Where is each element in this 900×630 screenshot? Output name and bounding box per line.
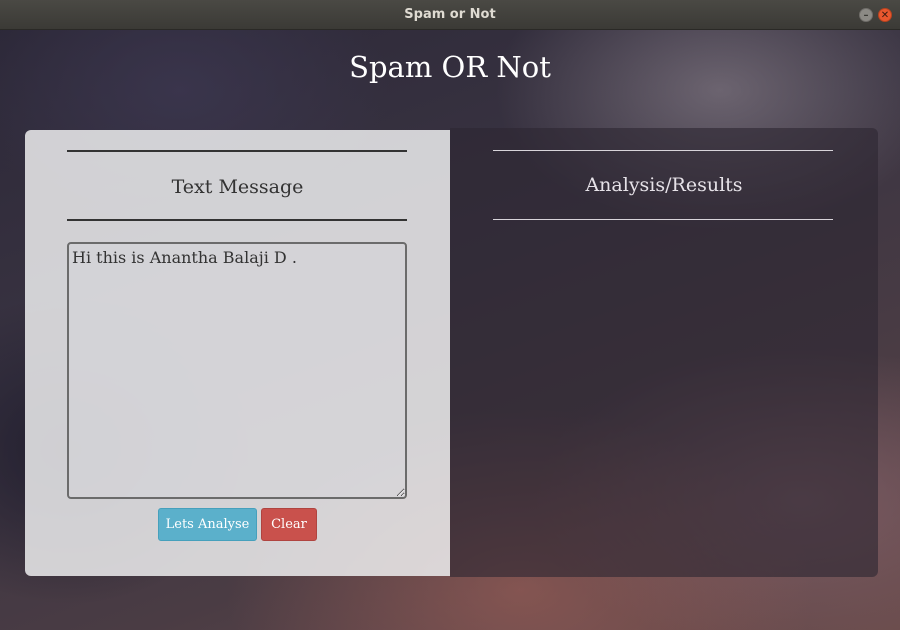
title-bar[interactable]: Spam or Not – ✕ <box>0 0 900 30</box>
analyse-button[interactable]: Lets Analyse <box>158 508 257 541</box>
close-icon[interactable]: ✕ <box>878 8 892 22</box>
message-input[interactable] <box>67 242 407 499</box>
results-area <box>493 238 833 538</box>
divider <box>493 150 833 151</box>
minimize-icon[interactable]: – <box>859 8 873 22</box>
input-panel: Text Message Lets Analyse Clear <box>25 130 450 576</box>
input-panel-heading: Text Message <box>171 176 304 198</box>
results-panel: Analysis/Results <box>450 128 878 577</box>
app-content: Spam OR Not Text Message Lets Analyse Cl… <box>0 30 900 630</box>
divider <box>67 150 407 152</box>
app-title: Spam OR Not <box>349 50 551 84</box>
app-window: Spam or Not – ✕ Spam OR Not Text Message… <box>0 0 900 630</box>
window-title: Spam or Not <box>404 7 496 22</box>
clear-button[interactable]: Clear <box>261 508 317 541</box>
results-panel-heading: Analysis/Results <box>585 174 743 196</box>
divider <box>493 219 833 220</box>
divider <box>67 219 407 221</box>
